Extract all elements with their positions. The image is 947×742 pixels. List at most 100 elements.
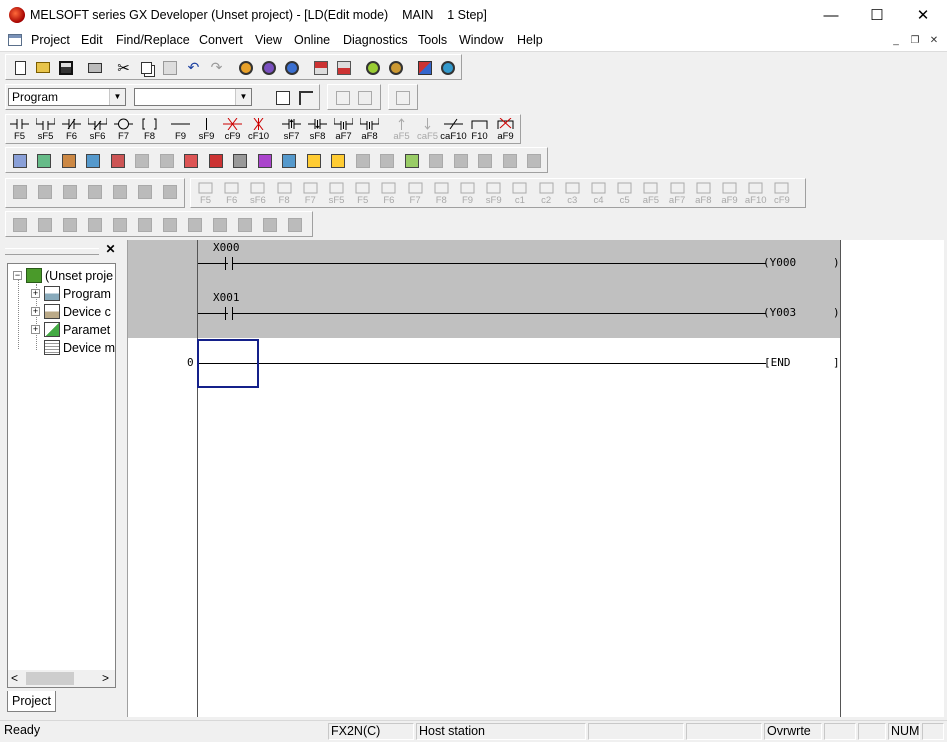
tree-item-device-memory[interactable]: Device m	[44, 339, 115, 356]
scroll-thumb[interactable]	[26, 672, 74, 685]
monitor-write-mode-button[interactable]	[385, 57, 406, 78]
ladder-delete-line-button[interactable]: aF9	[493, 116, 518, 143]
ladder-list-toggle-button[interactable]	[392, 87, 413, 108]
pane-grip[interactable]	[5, 248, 99, 255]
search-tool-button[interactable]	[284, 214, 305, 235]
sfc-symbol-button[interactable]: sF9	[481, 180, 506, 207]
mdi-close-button[interactable]: ✕	[926, 32, 942, 48]
device-type-select[interactable]: ▼	[134, 88, 252, 106]
sfc-symbol-button[interactable]: c2	[534, 180, 559, 207]
expand-icon[interactable]: +	[31, 289, 40, 298]
write-to-plc-button[interactable]	[310, 57, 331, 78]
sfc-symbol-button[interactable]: F8	[429, 180, 454, 207]
scroll-right-icon[interactable]: >	[102, 671, 109, 685]
search-tool-button[interactable]	[134, 214, 155, 235]
redo-button[interactable]: ↷	[206, 57, 227, 78]
tool-button[interactable]	[426, 150, 447, 171]
sfc-symbol-button[interactable]: c1	[507, 180, 532, 207]
sfc-symbol-button[interactable]: F5	[193, 180, 218, 207]
menu-edit[interactable]: Edit	[81, 33, 103, 47]
tool-button[interactable]	[352, 150, 373, 171]
new-project-button[interactable]	[10, 57, 31, 78]
project-tree-toggle-button[interactable]	[295, 87, 316, 108]
sfc-symbol-button[interactable]: aF10	[743, 180, 768, 207]
mdi-restore-button[interactable]: ❐	[907, 32, 923, 48]
collapse-icon[interactable]: −	[13, 271, 22, 280]
expand-icon[interactable]: +	[31, 325, 40, 334]
ladder-operation-result-falling-button[interactable]: caF5	[415, 116, 440, 143]
sfc-tool-button[interactable]	[134, 181, 155, 202]
sfc-symbol-button[interactable]: sF6	[245, 180, 270, 207]
scroll-left-icon[interactable]: <	[11, 671, 18, 685]
minimize-button[interactable]: —	[808, 0, 854, 30]
statement-button[interactable]	[354, 87, 375, 108]
ladder-delete-vertical-line-button[interactable]: cF10	[246, 116, 271, 143]
comment-button[interactable]	[332, 87, 353, 108]
search-tool-button[interactable]	[34, 214, 55, 235]
tool-button[interactable]	[475, 150, 496, 171]
ladder-parallel-no-contact-button[interactable]: sF5	[33, 116, 58, 143]
search-tool-button[interactable]	[209, 214, 230, 235]
ladder-no-contact-button[interactable]: F5	[7, 116, 32, 143]
sfc-symbol-button[interactable]: F6	[219, 180, 244, 207]
ladder-vertical-line-button[interactable]: sF9	[194, 116, 219, 143]
sfc-symbol-button[interactable]: c5	[612, 180, 637, 207]
sfc-symbol-button[interactable]: aF7	[665, 180, 690, 207]
sfc-symbol-button[interactable]: c4	[586, 180, 611, 207]
tool-button[interactable]	[58, 150, 79, 171]
mdi-minimize-button[interactable]: _	[888, 32, 904, 48]
document-system-menu-icon[interactable]	[8, 34, 22, 46]
sfc-symbol-button[interactable]: F5	[350, 180, 375, 207]
find-step-button[interactable]	[281, 57, 302, 78]
cut-button[interactable]: ✂	[113, 57, 134, 78]
menu-window[interactable]: Window	[459, 33, 503, 47]
close-pane-icon[interactable]: ✕	[104, 243, 117, 256]
tool-button[interactable]	[132, 150, 153, 171]
ladder-rising-pulse-button[interactable]: sF7	[279, 116, 304, 143]
ladder-parallel-nc-contact-button[interactable]: sF6	[85, 116, 110, 143]
menu-find-replace[interactable]: Find/Replace	[116, 33, 190, 47]
tree-item-device-comment[interactable]: + Device c	[31, 303, 111, 320]
find-device-button[interactable]	[235, 57, 256, 78]
search-tool-button[interactable]	[234, 214, 255, 235]
sfc-symbol-button[interactable]: F9	[455, 180, 480, 207]
sfc-symbol-button[interactable]: sF5	[324, 180, 349, 207]
maximize-button[interactable]: ☐	[854, 0, 900, 30]
sfc-symbol-button[interactable]: F7	[403, 180, 428, 207]
tool-button[interactable]	[83, 150, 104, 171]
entry-data-monitor-button[interactable]	[437, 57, 458, 78]
tool-button[interactable]	[401, 150, 422, 171]
tool-button[interactable]	[524, 150, 545, 171]
sfc-symbol-button[interactable]: aF5	[638, 180, 663, 207]
search-tool-button[interactable]	[59, 214, 80, 235]
search-tool-button[interactable]	[109, 214, 130, 235]
sfc-symbol-button[interactable]: F6	[376, 180, 401, 207]
ladder-parallel-falling-pulse-button[interactable]: aF8	[357, 116, 382, 143]
sfc-symbol-button[interactable]: F8	[272, 180, 297, 207]
search-tool-button[interactable]	[9, 214, 30, 235]
sfc-symbol-button[interactable]: cF9	[769, 180, 794, 207]
program-type-select[interactable]: Program ▼	[8, 88, 126, 106]
search-tool-button[interactable]	[184, 214, 205, 235]
device-batch-button[interactable]	[414, 57, 435, 78]
ladder-parallel-rising-pulse-button[interactable]: aF7	[331, 116, 356, 143]
sfc-symbol-button[interactable]: c3	[560, 180, 585, 207]
expand-icon[interactable]: +	[31, 307, 40, 316]
copy-button[interactable]	[136, 57, 157, 78]
search-tool-button[interactable]	[84, 214, 105, 235]
ladder-coil-button[interactable]: F7	[111, 116, 136, 143]
ladder-nc-contact-button[interactable]: F6	[59, 116, 84, 143]
edit-cursor[interactable]	[197, 339, 259, 388]
sfc-tool-button[interactable]	[84, 181, 105, 202]
undo-button[interactable]: ↶	[183, 57, 204, 78]
sfc-symbol-button[interactable]: F7	[298, 180, 323, 207]
menu-help[interactable]: Help	[517, 33, 543, 47]
tool-button[interactable]	[303, 150, 324, 171]
save-project-button[interactable]	[55, 57, 76, 78]
tool-button[interactable]	[205, 150, 226, 171]
chevron-down-icon[interactable]: ▼	[235, 89, 251, 105]
tool-button[interactable]	[328, 150, 349, 171]
read-from-plc-button[interactable]	[333, 57, 354, 78]
menu-online[interactable]: Online	[294, 33, 330, 47]
tool-button[interactable]	[34, 150, 55, 171]
